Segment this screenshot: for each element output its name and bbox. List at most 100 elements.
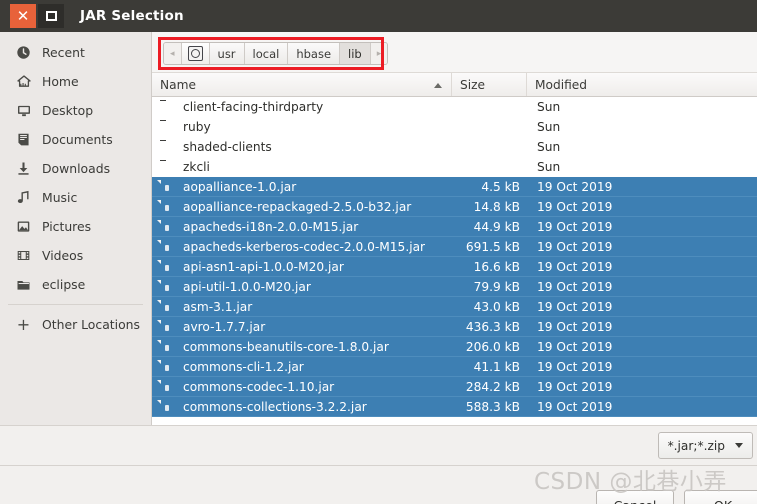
sidebar-item-eclipse[interactable]: eclipse bbox=[0, 270, 151, 299]
file-name-cell: apacheds-kerberos-codec-2.0.0-M15.jar bbox=[152, 240, 452, 254]
table-row[interactable]: ruby Sun bbox=[152, 117, 757, 137]
file-size-cell: 206.0 kB bbox=[465, 339, 520, 354]
table-row[interactable]: apacheds-kerberos-codec-2.0.0-M15.jar 691… bbox=[152, 237, 757, 257]
sidebar-item-label: eclipse bbox=[42, 277, 86, 292]
cancel-button[interactable]: Cancel bbox=[596, 490, 674, 504]
sidebar-item-videos[interactable]: Videos bbox=[0, 241, 151, 270]
ok-button[interactable]: OK bbox=[684, 490, 757, 504]
file-name-cell: avro-1.7.7.jar bbox=[152, 320, 452, 334]
sidebar-item-pictures[interactable]: Pictures bbox=[0, 212, 151, 241]
file-name-label: shaded-clients bbox=[183, 140, 272, 154]
table-row[interactable]: aopalliance-repackaged-2.5.0-b32.jar 14.8… bbox=[152, 197, 757, 217]
file-size-cell: 4.5 kB bbox=[481, 179, 520, 194]
sidebar-item-other-locations[interactable]: + Other Locations bbox=[0, 310, 151, 339]
sidebar-item-home[interactable]: Home bbox=[0, 67, 151, 96]
file-type-filter-dropdown[interactable]: *.jar;*.zip bbox=[657, 432, 753, 459]
table-row[interactable]: avro-1.7.7.jar 436.3 kB 19 Oct 2019 bbox=[152, 317, 757, 337]
jar-file-icon bbox=[160, 180, 174, 194]
column-headers: Name Size Modified bbox=[152, 72, 757, 97]
sidebar-item-label: Desktop bbox=[42, 103, 94, 118]
file-name-cell: aopalliance-1.0.jar bbox=[152, 180, 452, 194]
table-row[interactable]: commons-codec-1.10.jar 284.2 kB 19 Oct 201… bbox=[152, 377, 757, 397]
sidebar-item-downloads[interactable]: Downloads bbox=[0, 154, 151, 183]
file-modified-cell: 19 Oct 2019 bbox=[537, 399, 613, 414]
column-header-modified[interactable]: Modified bbox=[527, 73, 757, 96]
breadcrumb-lib[interactable]: lib bbox=[340, 43, 371, 64]
file-name-cell: aopalliance-repackaged-2.5.0-b32.jar bbox=[152, 200, 452, 214]
breadcrumb: ◂ usr local hbase lib ▸ bbox=[163, 42, 389, 65]
sidebar-item-label: Videos bbox=[42, 248, 84, 263]
maximize-icon[interactable] bbox=[38, 4, 64, 28]
table-row[interactable]: commons-beanutils-core-1.8.0.jar 206.0 kB… bbox=[152, 337, 757, 357]
chevron-down-icon bbox=[735, 443, 743, 448]
file-name-cell: client-facing-thirdparty bbox=[152, 100, 452, 114]
filter-bar: *.jar;*.zip bbox=[0, 425, 757, 465]
file-name-label: commons-codec-1.10.jar bbox=[183, 379, 335, 394]
table-row[interactable]: commons-collections-3.2.2.jar 588.3 kB 19 … bbox=[152, 397, 757, 417]
sidebar-item-documents[interactable]: Documents bbox=[0, 125, 151, 154]
column-header-size[interactable]: Size bbox=[452, 73, 527, 96]
sidebar-item-label: Other Locations bbox=[42, 317, 140, 332]
breadcrumb-next-button[interactable]: ▸ bbox=[370, 43, 388, 64]
sidebar-item-music[interactable]: Music bbox=[0, 183, 151, 212]
breadcrumb-root-button[interactable] bbox=[181, 43, 210, 64]
file-name-label: ruby bbox=[183, 120, 211, 134]
file-name-cell: ruby bbox=[152, 120, 452, 134]
desktop-icon bbox=[14, 102, 33, 120]
breadcrumb-prev-button[interactable]: ◂ bbox=[164, 43, 182, 64]
file-name-cell: api-asn1-api-1.0.0-M20.jar bbox=[152, 260, 452, 274]
folder-icon bbox=[160, 160, 174, 174]
column-header-name-label: Name bbox=[160, 77, 196, 92]
clock-icon bbox=[14, 44, 33, 62]
file-size-cell: 284.2 kB bbox=[465, 379, 520, 394]
disk-icon bbox=[187, 46, 203, 61]
file-modified-cell: 19 Oct 2019 bbox=[537, 339, 613, 354]
table-row[interactable]: aopalliance-1.0.jar 4.5 kB 19 Oct 2019 bbox=[152, 177, 757, 197]
button-bar: Cancel OK bbox=[0, 465, 757, 504]
close-icon[interactable]: ✕ bbox=[10, 4, 36, 28]
film-icon bbox=[14, 247, 33, 265]
file-name-label: zkcli bbox=[183, 160, 210, 174]
table-row[interactable]: api-util-1.0.0-M20.jar 79.9 kB 19 Oct 2019 bbox=[152, 277, 757, 297]
documents-icon bbox=[14, 131, 33, 149]
sidebar-item-label: Music bbox=[42, 190, 78, 205]
file-modified-cell: 19 Oct 2019 bbox=[537, 219, 613, 234]
breadcrumb-hbase[interactable]: hbase bbox=[288, 43, 341, 64]
dialog-body: Recent Home Desktop Documents Downloads … bbox=[0, 32, 757, 504]
file-size-cell: 691.5 kB bbox=[465, 239, 520, 254]
file-name-cell: commons-cli-1.2.jar bbox=[152, 360, 452, 374]
titlebar: ✕ JAR Selection bbox=[0, 0, 757, 32]
sidebar-item-label: Documents bbox=[42, 132, 113, 147]
file-name-label: client-facing-thirdparty bbox=[183, 100, 324, 114]
file-modified-cell: Sun bbox=[537, 160, 561, 174]
file-size-cell: 436.3 kB bbox=[465, 319, 520, 334]
maximize-glyph bbox=[45, 11, 57, 21]
table-row[interactable]: shaded-clients Sun bbox=[152, 137, 757, 157]
file-list[interactable]: client-facing-thirdparty Sun ruby Sun shaded… bbox=[152, 97, 757, 425]
jar-file-icon bbox=[160, 380, 174, 394]
sidebar-item-desktop[interactable]: Desktop bbox=[0, 96, 151, 125]
jar-file-icon bbox=[160, 300, 174, 314]
breadcrumb-usr[interactable]: usr bbox=[209, 43, 245, 64]
file-size-cell: 588.3 kB bbox=[465, 399, 520, 414]
sidebar-item-label: Pictures bbox=[42, 219, 92, 234]
jar-file-icon bbox=[160, 280, 174, 294]
table-row[interactable]: api-asn1-api-1.0.0-M20.jar 16.6 kB 19 Oct … bbox=[152, 257, 757, 277]
music-note-icon bbox=[14, 189, 33, 207]
table-row[interactable]: zkcli Sun bbox=[152, 157, 757, 177]
sidebar-item-recent[interactable]: Recent bbox=[0, 38, 151, 67]
table-row[interactable]: commons-cli-1.2.jar 41.1 kB 19 Oct 2019 bbox=[152, 357, 757, 377]
file-name-label: commons-cli-1.2.jar bbox=[183, 359, 304, 374]
file-modified-cell: 19 Oct 2019 bbox=[537, 279, 613, 294]
file-name-label: commons-beanutils-core-1.8.0.jar bbox=[183, 339, 389, 354]
column-header-name[interactable]: Name bbox=[152, 73, 452, 96]
sidebar-divider bbox=[8, 304, 143, 305]
file-name-cell: shaded-clients bbox=[152, 140, 452, 154]
jar-selection-dialog: ✕ JAR Selection Recent Home Desktop Docu… bbox=[0, 0, 757, 504]
breadcrumb-local[interactable]: local bbox=[244, 43, 289, 64]
table-row[interactable]: asm-3.1.jar 43.0 kB 19 Oct 2019 bbox=[152, 297, 757, 317]
close-glyph: ✕ bbox=[16, 6, 30, 25]
file-name-cell: zkcli bbox=[152, 160, 452, 174]
table-row[interactable]: client-facing-thirdparty Sun bbox=[152, 97, 757, 117]
table-row[interactable]: apacheds-i18n-2.0.0-M15.jar 44.9 kB 19 Oct… bbox=[152, 217, 757, 237]
